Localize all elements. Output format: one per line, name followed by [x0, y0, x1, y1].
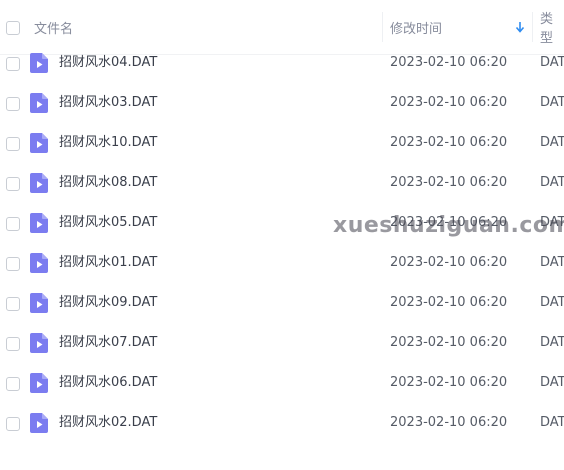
file-modified-time: 2023-02-10 06:20 [390, 95, 508, 110]
row-checkbox[interactable] [6, 217, 20, 231]
column-divider[interactable] [532, 12, 533, 42]
file-row[interactable]: 招财风水10.DAT 2023-02-10 06:20 DAT [0, 123, 564, 163]
file-modified-time: 2023-02-10 06:20 [390, 215, 508, 230]
row-checkbox[interactable] [6, 337, 20, 351]
file-type: DAT [540, 175, 564, 190]
row-checkbox[interactable] [6, 137, 20, 151]
file-type: DAT [540, 95, 564, 110]
file-row[interactable]: 招财风水04.DAT 2023-02-10 06:20 DAT [0, 43, 564, 83]
file-name[interactable]: 招财风水09.DAT [59, 283, 157, 323]
file-name[interactable]: 招财风水10.DAT [59, 123, 157, 163]
file-type: DAT [540, 55, 564, 70]
file-type: DAT [540, 375, 564, 390]
file-row[interactable]: 招财风水08.DAT 2023-02-10 06:20 DAT [0, 163, 564, 203]
file-row[interactable]: 招财风水03.DAT 2023-02-10 06:20 DAT [0, 83, 564, 123]
video-file-icon [30, 213, 48, 233]
video-file-icon [30, 293, 48, 313]
file-name[interactable]: 招财风水05.DAT [59, 203, 157, 243]
row-checkbox[interactable] [6, 177, 20, 191]
file-name[interactable]: 招财风水03.DAT [59, 83, 157, 123]
file-row[interactable]: 招财风水09.DAT 2023-02-10 06:20 DAT [0, 283, 564, 323]
file-modified-time: 2023-02-10 06:20 [390, 295, 508, 310]
file-row[interactable]: 招财风水01.DAT 2023-02-10 06:20 DAT [0, 243, 564, 283]
video-file-icon [30, 53, 48, 73]
file-modified-time: 2023-02-10 06:20 [390, 255, 508, 270]
file-modified-time: 2023-02-10 06:20 [390, 55, 508, 70]
file-type: DAT [540, 415, 564, 430]
row-checkbox[interactable] [6, 297, 20, 311]
file-name[interactable]: 招财风水07.DAT [59, 323, 157, 363]
video-file-icon [30, 173, 48, 193]
file-name[interactable]: 招财风水01.DAT [59, 243, 157, 283]
row-checkbox[interactable] [6, 377, 20, 391]
file-name[interactable]: 招财风水06.DAT [59, 363, 157, 403]
file-modified-time: 2023-02-10 06:20 [390, 375, 508, 390]
video-file-icon [30, 253, 48, 273]
file-modified-time: 2023-02-10 06:20 [390, 175, 508, 190]
video-file-icon [30, 333, 48, 353]
file-row[interactable]: 招财风水07.DAT 2023-02-10 06:20 DAT [0, 323, 564, 363]
column-divider[interactable] [382, 12, 383, 42]
row-checkbox[interactable] [6, 417, 20, 431]
file-type: DAT [540, 255, 564, 270]
file-name[interactable]: 招财风水02.DAT [59, 403, 157, 443]
row-checkbox[interactable] [6, 257, 20, 271]
file-modified-time: 2023-02-10 06:20 [390, 135, 508, 150]
video-file-icon [30, 93, 48, 113]
video-file-icon [30, 133, 48, 153]
file-name[interactable]: 招财风水04.DAT [59, 43, 157, 83]
file-type: DAT [540, 335, 564, 350]
row-checkbox[interactable] [6, 97, 20, 111]
video-file-icon [30, 373, 48, 393]
file-type: DAT [540, 135, 564, 150]
file-type: DAT [540, 295, 564, 310]
file-modified-time: 2023-02-10 06:20 [390, 415, 508, 430]
file-row[interactable]: 招财风水05.DAT 2023-02-10 06:20 DAT [0, 203, 564, 243]
file-type: DAT [540, 215, 564, 230]
file-row[interactable]: 招财风水06.DAT 2023-02-10 06:20 DAT [0, 363, 564, 403]
select-all-checkbox[interactable] [6, 21, 20, 35]
file-name[interactable]: 招财风水08.DAT [59, 163, 157, 203]
video-file-icon [30, 413, 48, 433]
row-checkbox[interactable] [6, 57, 20, 71]
file-modified-time: 2023-02-10 06:20 [390, 335, 508, 350]
file-row[interactable]: 招财风水02.DAT 2023-02-10 06:20 DAT [0, 403, 564, 443]
sort-descending-icon[interactable] [514, 20, 526, 34]
